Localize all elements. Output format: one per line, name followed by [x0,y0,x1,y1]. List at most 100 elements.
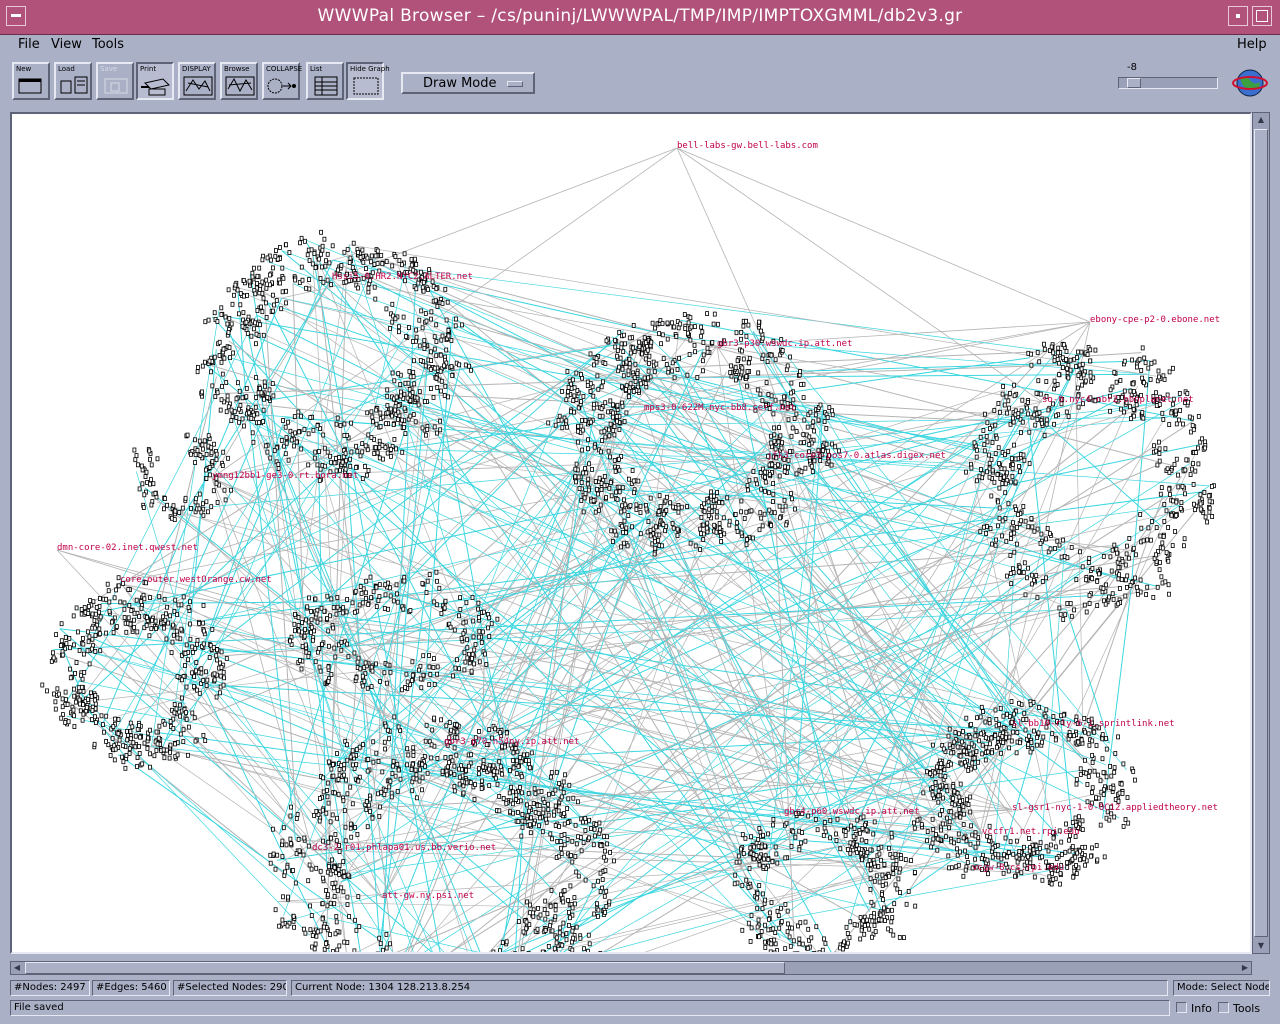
graph-node[interactable] [422,346,427,351]
graph-node[interactable] [746,322,751,328]
graph-node[interactable] [1018,740,1022,746]
graph-node[interactable] [342,762,347,767]
graph-node[interactable] [893,882,898,888]
load-button[interactable]: Load [54,62,92,100]
graph-node[interactable] [801,432,806,437]
graph-node[interactable] [1074,863,1078,868]
graph-node[interactable] [623,502,628,508]
graph-node[interactable] [1001,713,1006,719]
graph-node[interactable] [631,389,636,394]
graph-node[interactable] [1130,357,1134,363]
graph-node[interactable] [445,764,450,770]
graph-node[interactable] [409,257,414,263]
graph-node[interactable] [355,448,360,454]
graph-node[interactable] [563,772,567,778]
graph-node[interactable] [1031,847,1036,853]
graph-node[interactable] [396,403,401,409]
graph-node[interactable] [810,469,815,474]
graph-node[interactable] [553,787,558,793]
graph-node[interactable] [132,610,137,616]
graph-node[interactable] [1007,734,1012,740]
graph-node[interactable] [1158,533,1163,539]
graph-node[interactable] [586,446,590,452]
graph-node[interactable] [1027,836,1031,841]
graph-node[interactable] [257,386,262,391]
graph-node[interactable] [1012,711,1016,717]
graph-node[interactable] [353,825,357,830]
graph-node[interactable] [1035,350,1040,355]
graph-node[interactable] [98,631,102,637]
graph-node[interactable] [632,375,637,381]
graph-node[interactable] [241,277,246,283]
graph-node[interactable] [422,399,427,405]
graph-node[interactable] [598,502,603,508]
graph-node[interactable] [77,648,82,653]
graph-node[interactable] [769,352,774,358]
graph-node[interactable] [477,729,481,734]
graph-node[interactable] [181,739,186,744]
graph-node[interactable] [140,761,145,767]
graph-node[interactable] [64,697,68,702]
graph-node[interactable] [983,757,988,763]
graph-node[interactable] [262,379,267,385]
graph-node[interactable] [129,608,134,614]
graph-node[interactable] [332,790,337,796]
graph-node[interactable] [715,489,719,495]
graph-node[interactable] [768,910,772,916]
graph-node[interactable] [560,388,564,394]
graph-node[interactable] [1008,390,1012,396]
graph-node[interactable] [229,321,234,327]
graph-node[interactable] [596,878,600,884]
graph-node[interactable] [1198,501,1203,507]
graph-node[interactable] [571,795,576,801]
graph-node[interactable] [1107,594,1111,600]
graph-node[interactable] [957,794,962,800]
graph-node[interactable] [1174,499,1179,505]
graph-node[interactable] [1005,410,1009,416]
graph-node[interactable] [1003,490,1008,496]
graph-node[interactable] [735,358,740,364]
graph-node[interactable] [1017,849,1022,854]
graph-node[interactable] [1139,525,1144,531]
graph-node[interactable] [1141,538,1146,544]
graph-node[interactable] [1123,593,1128,599]
graph-node[interactable] [457,766,461,772]
graph-node[interactable] [108,753,113,758]
graph-node[interactable] [276,466,281,472]
graph-node[interactable] [1114,379,1119,385]
graph-node[interactable] [332,894,337,899]
graph-node[interactable] [241,293,246,299]
graph-node[interactable] [414,795,419,801]
graph-node[interactable] [204,683,209,688]
graph-node[interactable] [464,767,469,773]
graph-node[interactable] [834,831,838,837]
graph-node[interactable] [780,348,785,354]
graph-node[interactable] [413,767,418,773]
graph-node[interactable] [1014,507,1018,513]
graph-node[interactable] [984,735,988,741]
maximize-icon[interactable] [1252,6,1272,26]
graph-node[interactable] [267,272,272,278]
graph-node[interactable] [1100,736,1105,742]
graph-node[interactable] [701,358,705,364]
graph-node[interactable] [404,334,408,339]
graph-node[interactable] [411,358,416,364]
graph-node[interactable] [1108,387,1113,393]
graph-node[interactable] [1029,516,1034,521]
graph-node[interactable] [397,258,402,263]
graph-node[interactable] [1123,817,1128,822]
graph-node[interactable] [93,693,98,698]
graph-node[interactable] [974,454,979,460]
graph-node[interactable] [419,308,424,314]
graph-node[interactable] [631,478,636,484]
graph-node[interactable] [328,900,333,906]
graph-node[interactable] [525,752,530,758]
graph-node[interactable] [633,379,638,385]
graph-node[interactable] [402,391,407,397]
graph-node[interactable] [154,729,159,735]
graph-node[interactable] [118,599,123,605]
graph-node[interactable] [581,470,585,476]
graph-node[interactable] [1037,359,1042,365]
graph-node[interactable] [125,729,129,734]
graph-node[interactable] [638,510,643,516]
